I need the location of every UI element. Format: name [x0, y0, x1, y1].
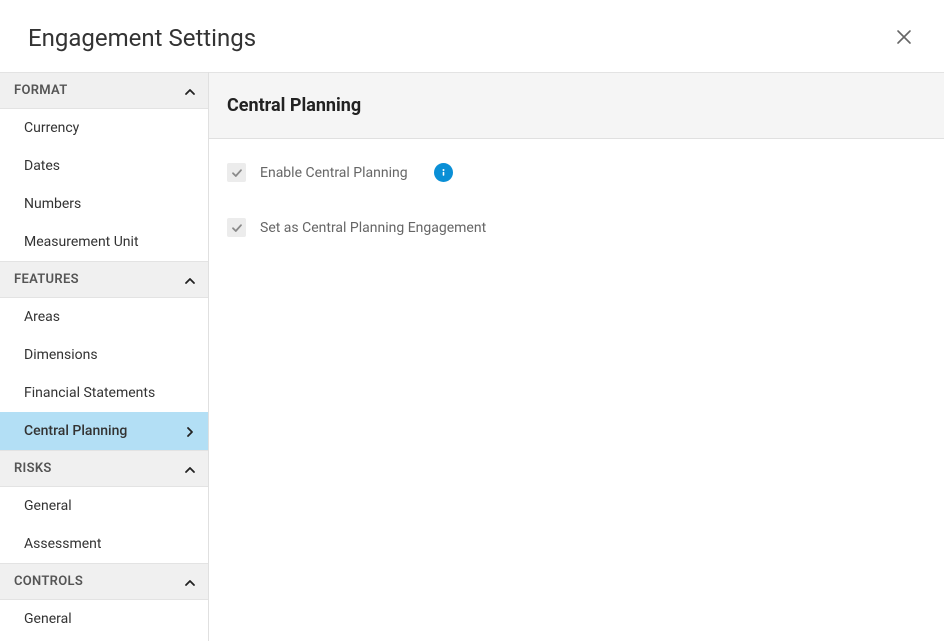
sidebar-item-currency[interactable]: Currency [0, 109, 208, 147]
sidebar-item-label: Currency [24, 120, 79, 136]
info-icon [438, 167, 449, 178]
main-panel: Central Planning Enable Central Planning [209, 72, 944, 641]
sidebar-item-label: General [24, 611, 72, 627]
sidebar-section-label: CONTROLS [14, 574, 83, 589]
sidebar-item-controls-general[interactable]: General [0, 600, 208, 631]
sidebar-item-label: Measurement Unit [24, 234, 139, 250]
chevron-up-icon [184, 86, 194, 96]
check-icon [231, 222, 243, 234]
checkbox-set-as-central-planning-engagement[interactable] [227, 218, 246, 237]
sidebar-item-financial-statements[interactable]: Financial Statements [0, 374, 208, 412]
setting-label: Enable Central Planning [260, 165, 408, 181]
sidebar-item-areas[interactable]: Areas [0, 298, 208, 336]
dialog-header: Engagement Settings [0, 0, 944, 72]
sidebar-item-central-planning[interactable]: Central Planning [0, 412, 208, 450]
sidebar-item-numbers[interactable]: Numbers [0, 185, 208, 223]
sidebar-section-features[interactable]: FEATURES [0, 261, 208, 298]
dialog-title: Engagement Settings [28, 24, 256, 52]
sidebar-item-risks-general[interactable]: General [0, 487, 208, 525]
dialog-body: FORMAT Currency Dates Numbers Measuremen… [0, 72, 944, 641]
sidebar-item-label: Financial Statements [24, 385, 155, 401]
check-icon [231, 167, 243, 179]
main-content: Enable Central Planning Set [209, 139, 944, 297]
chevron-up-icon [184, 464, 194, 474]
close-button[interactable] [892, 24, 916, 52]
setting-enable-central-planning: Enable Central Planning [227, 163, 926, 182]
checkbox-enable-central-planning[interactable] [227, 163, 246, 182]
sidebar-item-measurement-unit[interactable]: Measurement Unit [0, 223, 208, 261]
main-title: Central Planning [227, 95, 926, 116]
chevron-up-icon [184, 275, 194, 285]
sidebar-section-risks[interactable]: RISKS [0, 450, 208, 487]
sidebar-item-dates[interactable]: Dates [0, 147, 208, 185]
chevron-up-icon [184, 577, 194, 587]
setting-set-as-central-planning-engagement: Set as Central Planning Engagement [227, 218, 926, 237]
sidebar-item-label: Central Planning [24, 423, 127, 439]
sidebar-item-dimensions[interactable]: Dimensions [0, 336, 208, 374]
sidebar-section-label: RISKS [14, 461, 52, 476]
sidebar-item-assessment[interactable]: Assessment [0, 525, 208, 563]
main-header: Central Planning [209, 72, 944, 139]
sidebar-item-label: Numbers [24, 196, 81, 212]
sidebar-section-controls[interactable]: CONTROLS [0, 563, 208, 600]
sidebar-section-format[interactable]: FORMAT [0, 72, 208, 109]
sidebar-item-label: Assessment [24, 536, 101, 552]
sidebar-item-label: Areas [24, 309, 60, 325]
chevron-right-icon [184, 426, 194, 436]
sidebar-item-label: Dimensions [24, 347, 98, 363]
setting-label: Set as Central Planning Engagement [260, 220, 486, 236]
info-button[interactable] [434, 163, 453, 182]
sidebar-item-label: General [24, 498, 72, 514]
sidebar-item-label: Dates [24, 158, 60, 174]
sidebar-section-label: FEATURES [14, 272, 79, 287]
sidebar-section-label: FORMAT [14, 83, 68, 98]
close-icon [896, 26, 912, 50]
sidebar: FORMAT Currency Dates Numbers Measuremen… [0, 72, 209, 641]
